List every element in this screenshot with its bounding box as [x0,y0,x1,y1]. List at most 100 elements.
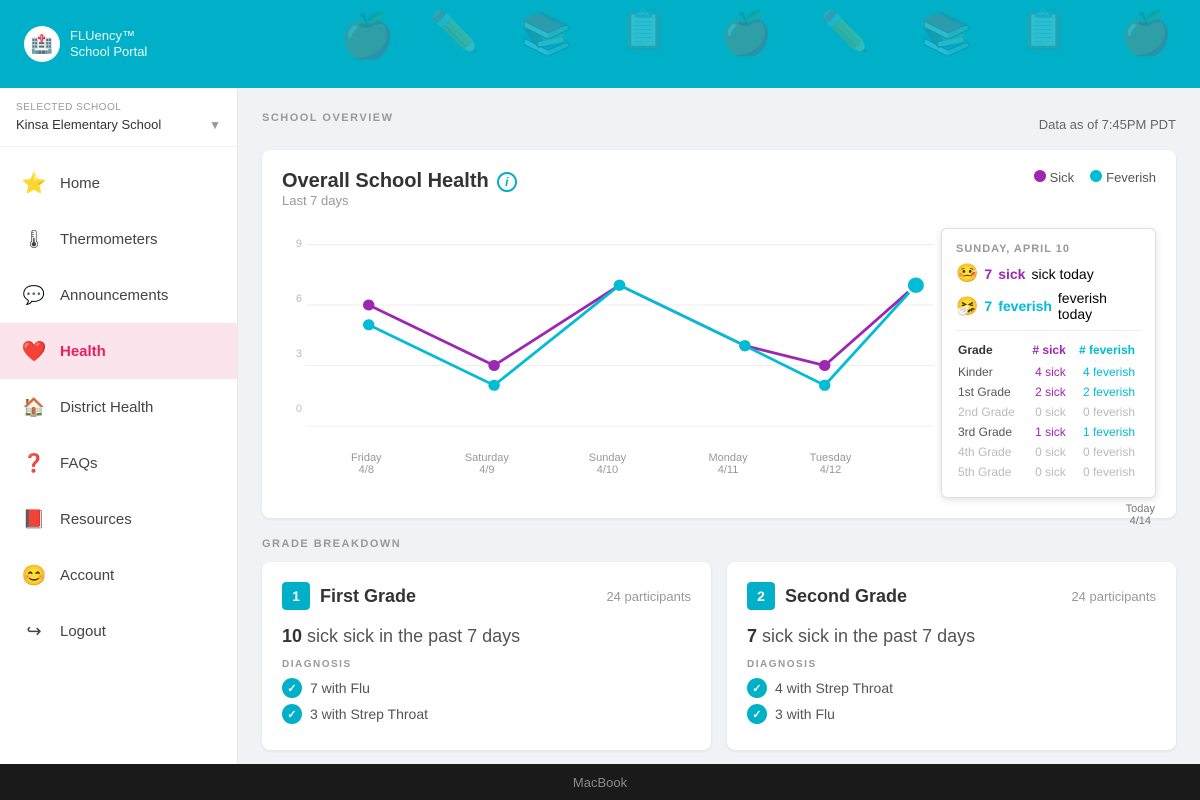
diagnosis-item-2a: 4 with Strep Throat [747,678,1156,698]
tooltip-table: Grade # sick # feverish Kinder 4 sick 4 … [956,339,1141,483]
chart-area: 9 6 3 0 [282,228,933,448]
table-row: 3rd Grade 1 sick 1 feverish [958,423,1139,441]
sidebar-item-label: Logout [60,623,106,640]
sidebar-item-logout[interactable]: ↪ Logout [0,603,237,659]
app-header: 🏥 FLUency™ School Portal 🍎 ✏️ 📚 📋 🍎 ✏️ 📚… [0,0,1200,88]
grade-card-1: 1 First Grade 24 participants 10 sick si… [262,562,711,750]
chevron-down-icon: ▼ [209,118,221,132]
legend-sick: Sick [1034,170,1075,185]
grade-card-header-2: 2 Second Grade 24 participants [747,582,1156,610]
macbook-bar: MacBook [0,764,1200,800]
sidebar-item-faqs[interactable]: ❓ FAQs [0,435,237,491]
x-label-tuesday: Tuesday [788,452,872,464]
sidebar-item-label: Health [60,343,106,360]
sidebar-item-label: District Health [60,399,153,416]
table-row: 5th Grade 0 sick 0 feverish [958,463,1139,481]
chart-subtitle: Last 7 days [282,193,517,208]
announcements-icon: 💬 [20,281,48,309]
diagnosis-dot [747,704,767,724]
diagnosis-dot [282,678,302,698]
sidebar-item-label: Home [60,175,100,192]
overview-section-header: SCHOOL OVERVIEW Data as of 7:45PM PDT [262,112,1176,136]
grade-name-1: First Grade [320,586,416,607]
sick-stat-1: 10 sick sick in the past 7 days [282,626,691,647]
tooltip-feverish-row: 🤧 7 feverish feverish today [956,290,1141,322]
sidebar-item-home[interactable]: ⭐ Home [0,155,237,211]
diagnosis-dot [747,678,767,698]
logo-icon: 🏥 [24,26,60,62]
grade-breakdown-title: GRADE BREAKDOWN [262,538,1176,550]
logout-icon: ↪ [20,617,48,645]
main-content: SCHOOL OVERVIEW Data as of 7:45PM PDT Ov… [238,88,1200,764]
data-timestamp: Data as of 7:45PM PDT [1039,117,1176,132]
sidebar-item-resources[interactable]: 📕 Resources [0,491,237,547]
col-sick: # sick [1028,341,1070,361]
sidebar-item-label: Announcements [60,287,168,304]
info-icon[interactable]: i [497,172,517,192]
school-selector-label: Selected School [16,102,221,113]
chart-tooltip: SUNDAY, APRIL 10 🤒 7 sick sick today 🤧 7… [941,228,1156,498]
logo: 🏥 FLUency™ School Portal [24,26,147,62]
selected-school-name: Kinsa Elementary School [16,117,161,132]
table-row: 4th Grade 0 sick 0 feverish [958,443,1139,461]
sidebar-item-health[interactable]: ❤️ Health [0,323,237,379]
health-icon: ❤️ [20,337,48,365]
overview-section-title: SCHOOL OVERVIEW [262,112,394,124]
macbook-label: MacBook [573,775,627,790]
school-selector-value[interactable]: Kinsa Elementary School ▼ [16,117,221,132]
legend-feverish: Feverish [1090,170,1156,185]
grade-badge-1: 1 [282,582,310,610]
sick-label: sick [307,626,338,646]
x-label-monday: Monday [668,452,789,464]
sick-stat-2: 7 sick sick in the past 7 days [747,626,1156,647]
chart-card-header: Overall School Health i Last 7 days Sick… [282,170,1156,224]
table-row: 2nd Grade 0 sick 0 feverish [958,403,1139,421]
diagnosis-title-1: DIAGNOSIS [282,659,691,670]
diagnosis-title-2: DIAGNOSIS [747,659,1156,670]
sidebar: Selected School Kinsa Elementary School … [0,88,238,764]
school-selector[interactable]: Selected School Kinsa Elementary School … [0,88,237,147]
grade-name-2: Second Grade [785,586,907,607]
diagnosis-dot [282,704,302,724]
sidebar-item-account[interactable]: 😊 Account [0,547,237,603]
sidebar-item-label: Account [60,567,114,584]
diagnosis-item-1a: 7 with Flu [282,678,691,698]
grade-badge-2: 2 [747,582,775,610]
diagnosis-item-2b: 3 with Flu [747,704,1156,724]
diagnosis-item-1b: 3 with Strep Throat [282,704,691,724]
chart-svg [306,228,933,448]
col-feverish: # feverish [1072,341,1139,361]
chart-legend: Sick Feverish [1034,170,1156,185]
table-row: Kinder 4 sick 4 feverish [958,363,1139,381]
x-label-friday: Friday [306,452,427,464]
grade-card-header-1: 1 First Grade 24 participants [282,582,691,610]
grade-card-2: 2 Second Grade 24 participants 7 sick si… [727,562,1176,750]
chart-title: Overall School Health i [282,170,517,193]
x-label-saturday: Saturday [427,452,548,464]
tooltip-sick-row: 🤒 7 sick sick today [956,263,1141,284]
tooltip-date: SUNDAY, APRIL 10 [956,243,1141,255]
table-row: 1st Grade 2 sick 2 feverish [958,383,1139,401]
x-label-sunday: Sunday [547,452,668,464]
nav-list: ⭐ Home 🌡 Thermometers 💬 Announcements ❤️… [0,147,237,764]
today-label: Today4/14 [1126,503,1155,527]
sidebar-item-label: Resources [60,511,132,528]
app-title: FLUency™ School Portal [70,28,147,59]
grade-grid: 1 First Grade 24 participants 10 sick si… [262,562,1176,750]
sidebar-item-label: FAQs [60,455,98,472]
grade-participants-1: 24 participants [606,589,691,604]
resources-icon: 📕 [20,505,48,533]
home-icon: ⭐ [20,169,48,197]
sidebar-item-label: Thermometers [60,231,158,248]
chart-card: Overall School Health i Last 7 days Sick… [262,150,1176,518]
sidebar-item-district-health[interactable]: 🏠 District Health [0,379,237,435]
sidebar-item-announcements[interactable]: 💬 Announcements [0,267,237,323]
col-grade: Grade [958,341,1026,361]
faqs-icon: ❓ [20,449,48,477]
grade-participants-2: 24 participants [1071,589,1156,604]
district-health-icon: 🏠 [20,393,48,421]
sick-label: sick [762,626,793,646]
thermometer-icon: 🌡 [20,225,48,253]
account-icon: 😊 [20,561,48,589]
sidebar-item-thermometers[interactable]: 🌡 Thermometers [0,211,237,267]
